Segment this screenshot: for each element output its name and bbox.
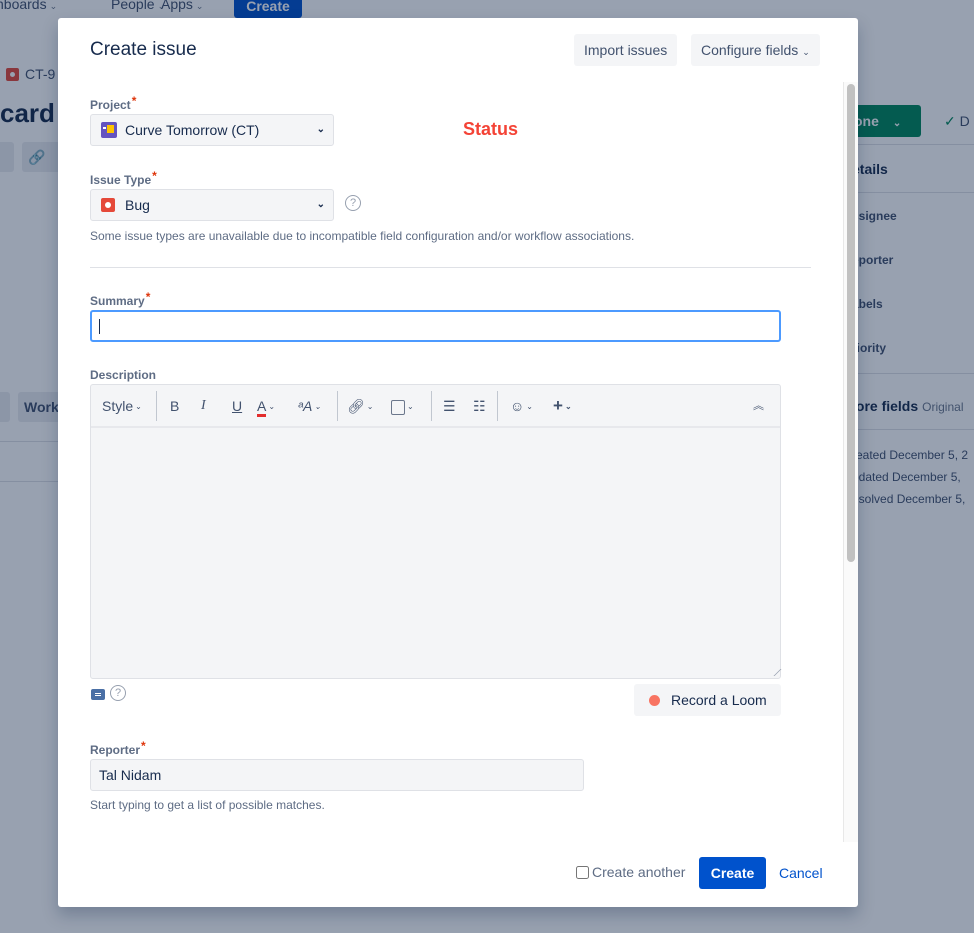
- chevron-down-icon: ⌄: [366, 402, 374, 412]
- cancel-link[interactable]: Cancel: [779, 865, 823, 881]
- link-dropdown[interactable]: 🔗︎ ⌄: [347, 397, 373, 415]
- summary-label: Summary*: [90, 290, 151, 308]
- link-icon: 🔗︎: [347, 398, 365, 414]
- insert-more-dropdown[interactable]: + ⌄: [553, 397, 572, 415]
- project-select[interactable]: Curve Tomorrow (CT) ⌄: [90, 114, 334, 146]
- create-another-checkbox[interactable]: Create another: [576, 864, 685, 880]
- plus-icon: +: [553, 396, 563, 415]
- required-marker: *: [152, 169, 157, 183]
- record-icon: [649, 694, 660, 706]
- create-another-label: Create another: [592, 864, 686, 880]
- reporter-hint: Start typing to get a list of possible m…: [90, 798, 325, 812]
- chevron-down-icon: ⌄: [564, 401, 572, 411]
- scrollbar-thumb[interactable]: [847, 84, 855, 562]
- toolbar-separator: [337, 391, 338, 421]
- issue-type-label: Issue Type*: [90, 169, 157, 187]
- create-button[interactable]: Create: [699, 857, 766, 889]
- chevron-down-icon: ⌄: [135, 402, 142, 412]
- chevron-down-icon: ⌄: [314, 402, 322, 412]
- reporter-input[interactable]: Tal Nidam: [90, 759, 584, 791]
- toolbar-separator: [497, 391, 498, 421]
- bold-button[interactable]: B: [170, 397, 179, 415]
- underline-button[interactable]: U: [232, 397, 242, 415]
- emoji-dropdown[interactable]: ☺ ⌄: [510, 397, 533, 415]
- description-label: Description: [90, 368, 157, 382]
- import-issues-button[interactable]: Import issues: [574, 34, 678, 66]
- project-label: Project*: [90, 94, 137, 112]
- wiki-markup-icon[interactable]: [91, 689, 105, 700]
- record-loom-button[interactable]: Record a Loom: [634, 684, 781, 716]
- chevron-down-icon: ⌄: [802, 47, 810, 57]
- configure-fields-button[interactable]: Configure fields ⌄: [691, 34, 820, 66]
- description-editor[interactable]: Style ⌄ B I U A ⌄ ᵃA ⌄ 🔗︎ ⌄ ⌄ ☰ ☷ ☺ ⌄ + ⌄ ︽: [90, 384, 782, 679]
- help-icon[interactable]: ?: [110, 685, 126, 701]
- dialog-title: Create issue: [90, 39, 197, 60]
- text-cursor: [99, 319, 100, 334]
- emoji-icon: ☺: [510, 398, 525, 414]
- style-dropdown[interactable]: Style ⌄: [102, 397, 142, 415]
- chevron-down-icon: ⌄: [407, 402, 414, 412]
- text-color-dropdown[interactable]: A ⌄: [257, 397, 276, 417]
- project-value: Curve Tomorrow (CT): [125, 122, 260, 138]
- summary-input[interactable]: [90, 310, 781, 342]
- italic-button[interactable]: I: [201, 397, 206, 415]
- chevron-down-icon: ⌄: [316, 124, 325, 135]
- required-marker: *: [141, 739, 146, 753]
- numbered-list-icon: ☷: [473, 398, 486, 414]
- chevron-down-icon: ⌄: [316, 199, 325, 210]
- bug-icon: [101, 198, 115, 212]
- issue-type-note: Some issue types are unavailable due to …: [90, 229, 635, 243]
- record-loom-label: Record a Loom: [671, 692, 767, 708]
- section-divider: [90, 267, 811, 268]
- resize-handle[interactable]: [767, 669, 782, 676]
- toolbar-separator: [156, 391, 157, 421]
- toolbar-separator: [431, 391, 432, 421]
- text-color-icon: A: [257, 398, 267, 417]
- required-marker: *: [145, 290, 151, 304]
- attachment-dropdown[interactable]: ⌄: [391, 397, 414, 415]
- chevron-down-icon: ⌄: [526, 402, 533, 412]
- numbered-list-button[interactable]: ☷: [473, 397, 486, 415]
- text-size-dropdown[interactable]: ᵃA ⌄: [298, 397, 321, 415]
- help-icon[interactable]: ?: [345, 195, 361, 211]
- issue-type-value: Bug: [125, 197, 150, 213]
- chevron-down-icon: ⌄: [268, 402, 276, 412]
- project-avatar-icon: [101, 122, 117, 138]
- required-marker: *: [131, 94, 137, 108]
- attachment-icon: [391, 399, 405, 415]
- text-size-icon: ᵃA: [298, 398, 313, 414]
- create-issue-dialog: Create issue Import issues Configure fie…: [58, 18, 858, 907]
- reporter-label: Reporter*: [90, 739, 146, 757]
- bullet-list-button[interactable]: ☰: [443, 397, 456, 415]
- editor-toolbar: Style ⌄ B I U A ⌄ ᵃA ⌄ 🔗︎ ⌄ ⌄ ☰ ☷ ☺ ⌄ + ⌄ ︽: [91, 385, 780, 428]
- bullet-list-icon: ☰: [443, 398, 456, 414]
- status-annotation: Status: [463, 119, 519, 139]
- collapse-toolbar-button[interactable]: ︽: [753, 397, 764, 415]
- issue-type-select[interactable]: Bug ⌄: [90, 189, 334, 221]
- create-another-input[interactable]: [576, 865, 589, 879]
- scrollbar[interactable]: [843, 82, 858, 842]
